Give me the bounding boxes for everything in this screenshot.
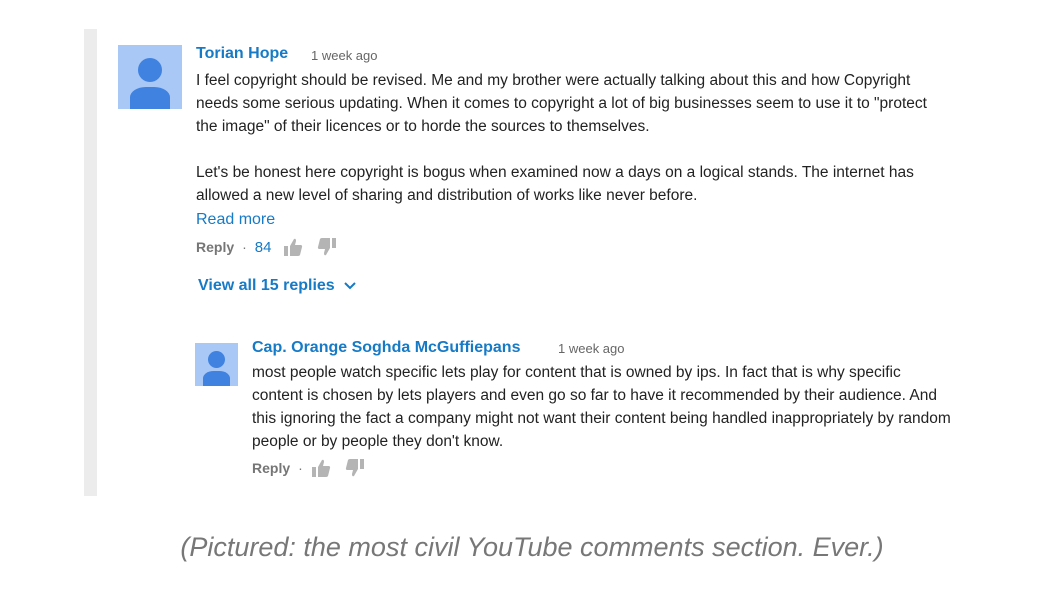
- reply-text: most people watch specific lets play for…: [252, 364, 951, 450]
- comment-author-link[interactable]: Torian Hope: [196, 45, 288, 63]
- avatar-head-shape: [138, 58, 162, 82]
- separator-dot: ·: [298, 460, 303, 476]
- reply-button[interactable]: Reply: [252, 460, 290, 476]
- reply-actions: Reply ·: [252, 457, 379, 479]
- comment-timestamp[interactable]: 1 week ago: [311, 48, 378, 63]
- avatar-body-shape: [130, 87, 170, 109]
- avatar-body-shape: [203, 371, 230, 386]
- thumbs-up-icon[interactable]: [283, 237, 303, 257]
- read-more-link[interactable]: Read more: [196, 211, 275, 229]
- view-replies-button[interactable]: View all 15 replies: [198, 277, 357, 295]
- separator-dot: ·: [242, 239, 247, 255]
- view-replies-label: View all 15 replies: [198, 277, 335, 294]
- reply-button[interactable]: Reply: [196, 239, 234, 255]
- thumbs-down-icon[interactable]: [345, 458, 365, 478]
- avatar-head-shape: [208, 351, 225, 368]
- chevron-down-icon: [343, 282, 356, 290]
- comment-text: I feel copyright should be revised. Me a…: [196, 72, 927, 204]
- comments-section: Torian Hope 1 week ago I feel copyright …: [84, 29, 977, 496]
- thumbs-up-icon[interactable]: [311, 458, 331, 478]
- commenter-avatar[interactable]: [118, 45, 182, 109]
- reply-author-link[interactable]: Cap. Orange Soghda McGuffiepans: [252, 339, 520, 357]
- thumbs-down-icon[interactable]: [317, 237, 337, 257]
- reply-avatar[interactable]: [195, 343, 238, 386]
- reply-timestamp[interactable]: 1 week ago: [558, 341, 625, 356]
- comment-actions: Reply · 84: [196, 236, 351, 258]
- image-caption: (Pictured: the most civil YouTube commen…: [180, 532, 884, 562]
- like-count: 84: [254, 238, 272, 256]
